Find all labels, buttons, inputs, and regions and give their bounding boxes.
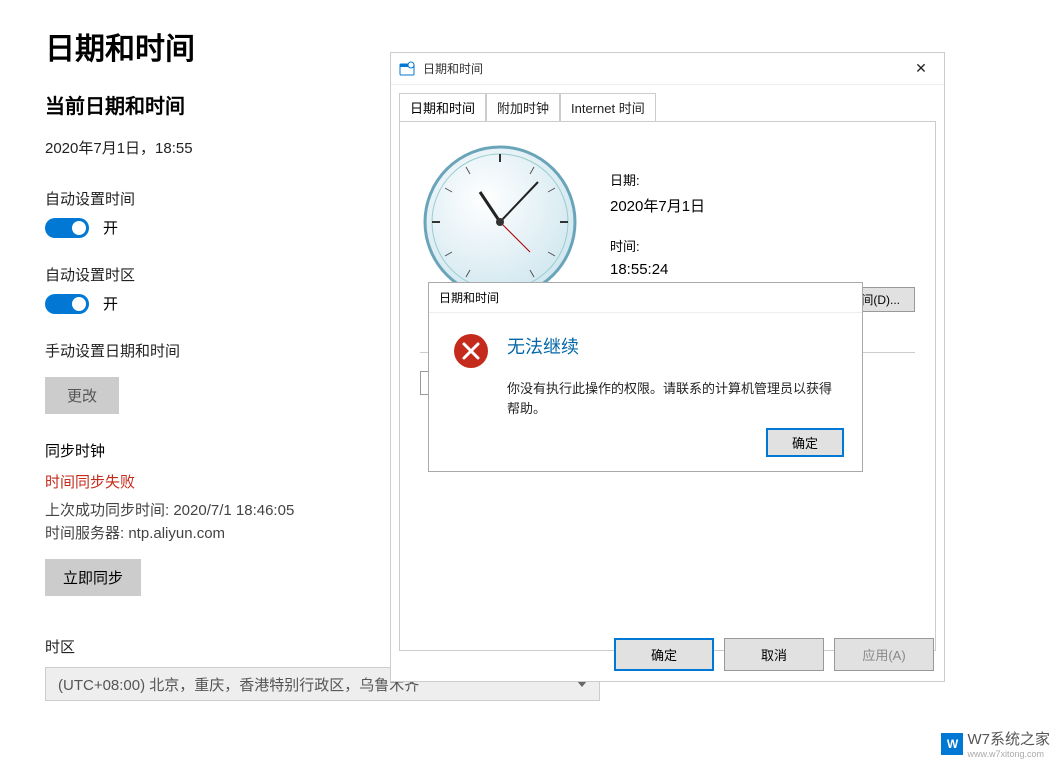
auto-timezone-toggle[interactable] bbox=[45, 294, 89, 314]
auto-timezone-label: 自动设置时区 bbox=[45, 264, 345, 285]
dialog-title: 日期和时间 bbox=[423, 60, 898, 77]
timezone-heading: 时区 bbox=[45, 636, 345, 657]
close-button[interactable]: ✕ bbox=[898, 53, 944, 85]
datetime-icon bbox=[399, 61, 415, 77]
tab-internet-time[interactable]: Internet 时间 bbox=[560, 93, 656, 121]
sync-server: 时间服务器: ntp.aliyun.com bbox=[45, 523, 345, 546]
sync-now-button[interactable]: 立即同步 bbox=[45, 559, 141, 596]
tab-datetime[interactable]: 日期和时间 bbox=[399, 93, 486, 121]
auto-time-toggle[interactable] bbox=[45, 218, 89, 238]
dialog-titlebar[interactable]: 日期和时间 ✕ bbox=[391, 53, 944, 85]
date-label: 日期: bbox=[610, 170, 705, 189]
sync-fail-message: 时间同步失败 bbox=[45, 471, 345, 492]
current-datetime: 2020年7月1日，18:55 bbox=[45, 137, 345, 158]
timezone-value: (UTC+08:00) 北京，重庆，香港特别行政区，乌鲁木齐 bbox=[58, 674, 419, 695]
watermark-text: W7系统之家 bbox=[967, 731, 1050, 748]
tab-additional-clocks[interactable]: 附加时钟 bbox=[486, 93, 560, 121]
section-current-datetime: 当前日期和时间 bbox=[45, 90, 345, 119]
manual-datetime-label: 手动设置日期和时间 bbox=[45, 340, 345, 361]
clock-icon bbox=[420, 142, 580, 302]
auto-time-state: 开 bbox=[103, 217, 118, 238]
auto-time-label: 自动设置时间 bbox=[45, 188, 345, 209]
watermark: W W7系统之家 www.w7xitong.com bbox=[941, 728, 1050, 759]
time-label: 时间: bbox=[610, 236, 705, 255]
page-title: 日期和时间 bbox=[45, 24, 345, 68]
datetime-dialog: 日期和时间 ✕ 日期和时间 附加时钟 Internet 时间 bbox=[390, 52, 945, 682]
error-body: 你没有执行此操作的权限。请联系的计算机管理员以获得帮助。 bbox=[507, 379, 838, 418]
change-datetime-button: 更改 bbox=[45, 377, 119, 414]
error-dialog: 日期和时间 无法继续 你没有执行此操作的权限。请联系的计算机管理员以获得帮助。 … bbox=[428, 282, 863, 472]
watermark-logo-icon: W bbox=[941, 733, 963, 755]
dialog-ok-button[interactable]: 确定 bbox=[614, 638, 714, 671]
error-icon bbox=[453, 333, 489, 369]
auto-timezone-state: 开 bbox=[103, 293, 118, 314]
date-value: 2020年7月1日 bbox=[610, 195, 705, 216]
sync-last-success: 上次成功同步时间: 2020/7/1 18:46:05 bbox=[45, 500, 345, 523]
time-value: 18:55:24 bbox=[610, 261, 705, 278]
sync-heading: 同步时钟 bbox=[45, 440, 345, 461]
error-dialog-title: 日期和时间 bbox=[429, 283, 862, 313]
error-ok-button[interactable]: 确定 bbox=[766, 428, 844, 457]
error-heading: 无法继续 bbox=[507, 333, 838, 359]
dialog-cancel-button[interactable]: 取消 bbox=[724, 638, 824, 671]
dialog-apply-button: 应用(A) bbox=[834, 638, 934, 671]
watermark-url: www.w7xitong.com bbox=[967, 749, 1050, 759]
